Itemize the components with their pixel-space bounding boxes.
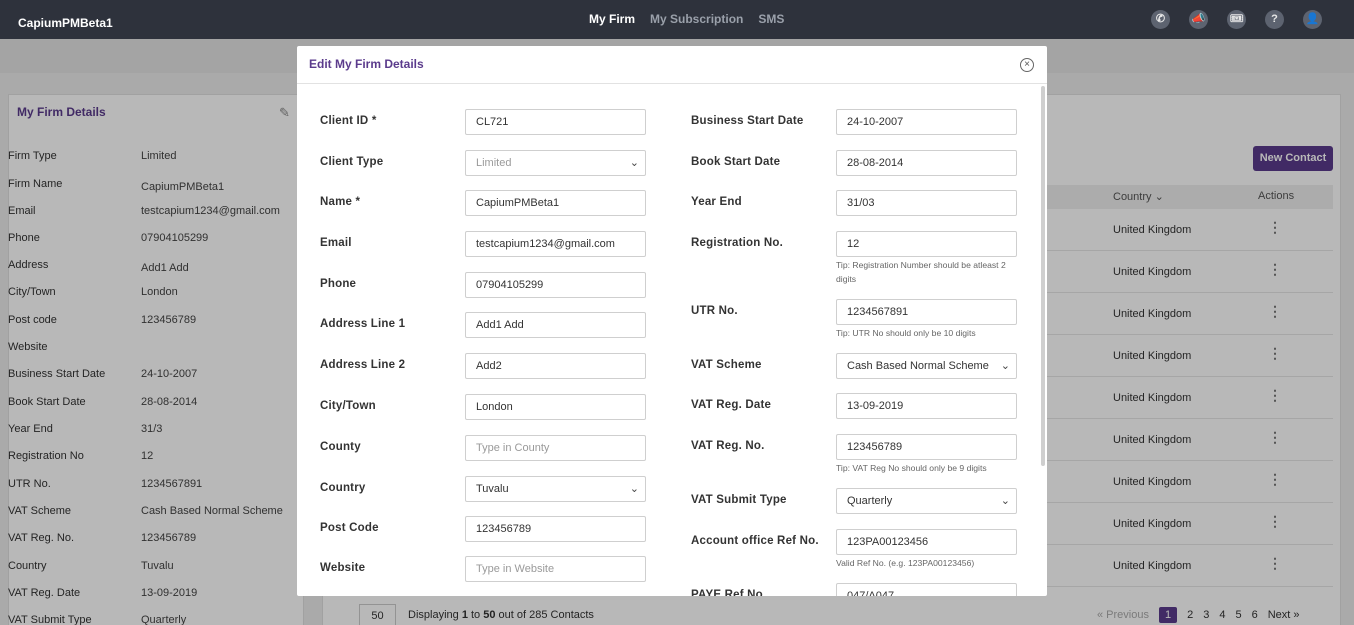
field-value: 123456789 [847, 441, 903, 453]
field-phone[interactable]: 07904105299 [465, 272, 646, 298]
select-client-type[interactable]: Limited ⌄ [465, 150, 646, 176]
label-vat-reg-no: VAT Reg. No. [691, 440, 765, 452]
modal-scrollbar[interactable] [1041, 86, 1045, 466]
field-name[interactable]: CapiumPMBeta1 [465, 190, 646, 216]
label-year-end: Year End [691, 196, 742, 208]
field-value: 1234567891 [847, 306, 909, 318]
chevron-down-icon: ⌄ [629, 157, 639, 169]
chevron-down-icon: ⌄ [1000, 495, 1010, 507]
close-icon[interactable]: × [1020, 58, 1034, 72]
field-value: Type in Website [476, 563, 555, 575]
help-icon[interactable]: ? [1265, 10, 1284, 29]
label-account-office-ref-no: Account office Ref No. [691, 535, 819, 547]
field-value: 047/A047 [847, 590, 895, 596]
field-email[interactable]: testcapium1234@gmail.com [465, 231, 646, 257]
label-utr-no: UTR No. [691, 305, 738, 317]
label-address-line-2: Address Line 2 [320, 359, 406, 371]
field-address-line-2[interactable]: Add2 [465, 353, 646, 379]
field-value: CL721 [476, 116, 509, 128]
field-value: 13-09-2019 [847, 400, 904, 412]
hint-registration-no: Tip: Registration Number should be atlea… [836, 260, 1006, 284]
label-email: Email [320, 237, 352, 249]
field-value: Tuvalu [476, 483, 509, 495]
label-county: County [320, 441, 361, 453]
field-vat-reg-date[interactable]: 13-09-2019 [836, 393, 1017, 419]
modal-title: Edit My Firm Details [309, 57, 424, 71]
field-registration-no[interactable]: 12 [836, 231, 1017, 257]
field-value: 123PA00123456 [847, 536, 929, 548]
field-city-town[interactable]: London [465, 394, 646, 420]
label-paye-ref-no: PAYE Ref No. [691, 589, 767, 596]
field-value: 12 [847, 238, 860, 250]
megaphone-icon[interactable]: 📣 [1189, 10, 1208, 29]
label-vat-submit-type: VAT Submit Type [691, 494, 787, 506]
label-client-type: Client Type [320, 156, 384, 168]
field-vat-reg-no[interactable]: 123456789 [836, 434, 1017, 460]
field-value: 28-08-2014 [847, 157, 904, 169]
field-paye-ref-no[interactable]: 047/A047 [836, 583, 1017, 596]
field-value: Quarterly [847, 495, 893, 507]
field-value: 24-10-2007 [847, 116, 904, 128]
hint-vat-reg-no: Tip: VAT Reg No should only be 9 digits [836, 463, 987, 473]
brand-logo[interactable]: CapiumPMBeta1 [18, 16, 113, 30]
field-client-id[interactable]: CL721 [465, 109, 646, 135]
phone-icon[interactable]: ✆ [1151, 10, 1170, 29]
field-website[interactable]: Type in Website [465, 556, 646, 582]
select-country[interactable]: Tuvalu ⌄ [465, 476, 646, 502]
field-account-office-ref-no[interactable]: 123PA00123456 [836, 529, 1017, 555]
field-address-line-1[interactable]: Add1 Add [465, 312, 646, 338]
chevron-down-icon: ⌄ [1000, 360, 1010, 372]
user-icon[interactable]: 👤 [1303, 10, 1322, 29]
field-value: Limited [476, 157, 512, 169]
top-icons: ✆ 📣 🎟 ? 👤 [1151, 10, 1322, 29]
label-address-line-1: Address Line 1 [320, 318, 406, 330]
edit-firm-modal: Edit My Firm Details × Client ID * CL721 C… [297, 46, 1047, 596]
field-value: 123456789 [476, 523, 532, 535]
label-country: Country [320, 482, 366, 494]
field-value: Add2 [476, 360, 502, 372]
top-navbar: CapiumPMBeta1 My Firm My Subscription SM… [0, 0, 1354, 39]
label-phone: Phone [320, 278, 357, 290]
ticket-icon[interactable]: 🎟 [1227, 10, 1246, 29]
label-registration-no: Registration No. [691, 237, 784, 249]
field-county[interactable]: Type in County [465, 435, 646, 461]
field-post-code[interactable]: 123456789 [465, 516, 646, 542]
field-value: Cash Based Normal Scheme [847, 360, 989, 372]
field-year-end[interactable]: 31/03 [836, 190, 1017, 216]
label-city-town: City/Town [320, 400, 376, 412]
label-vat-reg-date: VAT Reg. Date [691, 399, 772, 411]
field-book-start-date[interactable]: 28-08-2014 [836, 150, 1017, 176]
label-book-start-date: Book Start Date [691, 156, 781, 168]
chevron-down-icon: ⌄ [629, 483, 639, 495]
hint-utr-no: Tip: UTR No should only be 10 digits [836, 328, 976, 338]
field-value: testcapium1234@gmail.com [476, 238, 615, 250]
modal-header: Edit My Firm Details × [297, 46, 1047, 84]
field-value: CapiumPMBeta1 [476, 197, 560, 209]
select-vat-scheme[interactable]: Cash Based Normal Scheme ⌄ [836, 353, 1017, 379]
field-business-start-date[interactable]: 24-10-2007 [836, 109, 1017, 135]
nav-my-firm[interactable]: My Firm [589, 12, 635, 26]
field-value: Add1 Add [476, 319, 524, 331]
nav-my-subscription[interactable]: My Subscription [650, 12, 743, 26]
field-value: Type in County [476, 442, 550, 454]
label-website: Website [320, 562, 366, 574]
field-value: 07904105299 [476, 279, 544, 291]
nav-sms[interactable]: SMS [758, 12, 784, 26]
hint-account-office-ref-no: Valid Ref No. (e.g. 123PA00123456) [836, 558, 975, 568]
label-name: Name * [320, 196, 361, 208]
label-business-start-date: Business Start Date [691, 115, 804, 127]
field-utr-no[interactable]: 1234567891 [836, 299, 1017, 325]
label-vat-scheme: VAT Scheme [691, 359, 762, 371]
label-client-id: Client ID * [320, 115, 377, 127]
label-post-code: Post Code [320, 522, 379, 534]
field-value: London [476, 401, 513, 413]
select-vat-submit-type[interactable]: Quarterly ⌄ [836, 488, 1017, 514]
main-nav: My Firm My Subscription SMS [589, 12, 784, 26]
field-value: 31/03 [847, 197, 875, 209]
